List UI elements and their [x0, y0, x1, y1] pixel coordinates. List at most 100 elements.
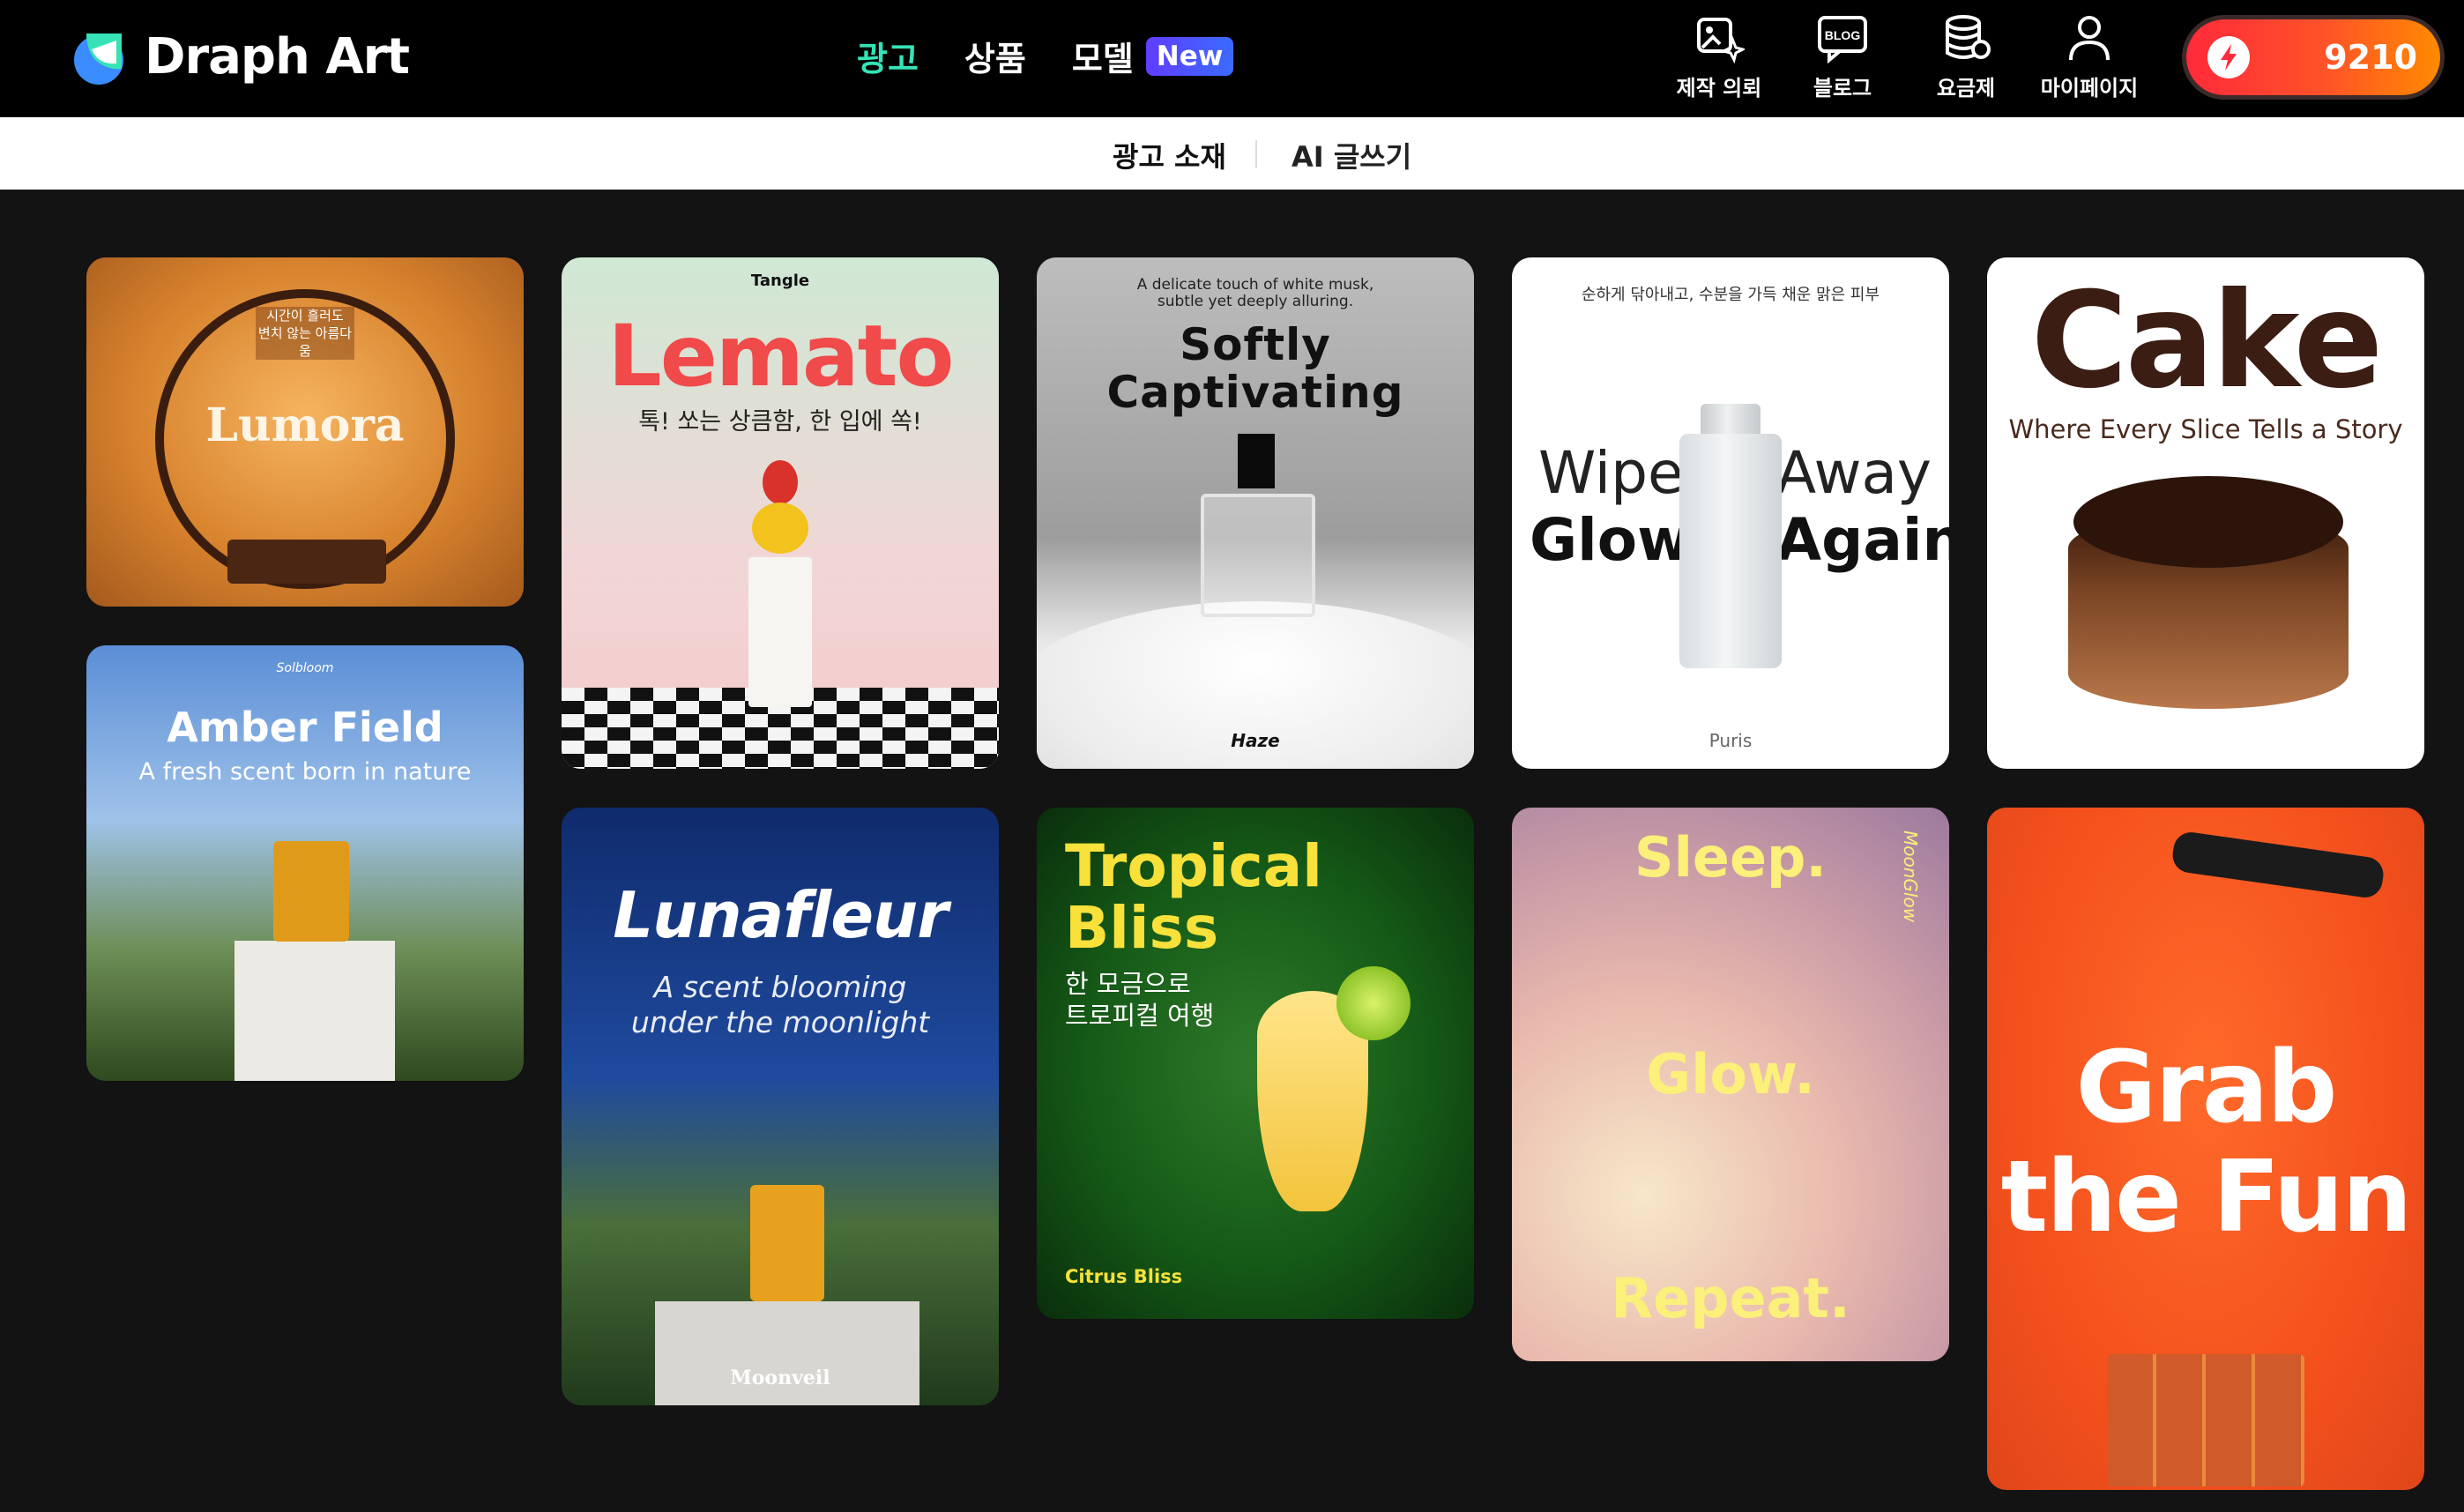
blog-label: 블로그: [1813, 76, 1872, 101]
card-title: Cake: [2030, 264, 2384, 418]
card-tagline: 시간이 흘러도 변치 않는 아름다움: [256, 307, 354, 360]
card-subtitle: Where Every Slice Tells a Story: [2008, 414, 2403, 444]
card-decoration: [655, 1301, 919, 1405]
card-brand: Tangle: [750, 272, 810, 290]
request-icon: [1697, 18, 1745, 63]
card-decoration: [748, 557, 812, 707]
card-decoration: [234, 941, 395, 1081]
card-tagline: A delicate touch of white musk, subtle y…: [1037, 277, 1474, 310]
top-navigation-bar: Draph Art 광고 상품 모델 New 제작 의뢰 BLOG 블로그 요금…: [0, 0, 2464, 117]
card-title: Softly Captivating: [1037, 321, 1474, 416]
gallery-card-grab-the-fun[interactable]: Grab the Fun: [1987, 808, 2424, 1490]
subtitle-line1: A scent blooming: [653, 970, 907, 1004]
subtitle-line2: under the moonlight: [630, 1005, 930, 1039]
card-decoration: [1679, 434, 1782, 668]
tagline-line1: 시간이 흘러도: [266, 308, 344, 324]
card-brand: Haze: [1231, 730, 1280, 751]
card-decoration: [273, 841, 349, 942]
title-line2: the Fun: [2000, 1140, 2413, 1255]
card-brand: Solbloom: [276, 661, 334, 675]
card-brand: Moonveil: [730, 1367, 830, 1389]
card-decoration: [750, 1185, 824, 1301]
gallery-card-sleep-glow[interactable]: Sleep. Glow. Repeat. MoonGlow: [1512, 808, 1949, 1361]
nav-model-label: 모델: [1071, 40, 1134, 78]
gallery-card-lemato[interactable]: Tangle Lemato 톡! 쏘는 상큼함, 한 입에 쏙!: [562, 257, 999, 769]
tagline-line2: subtle yet deeply alluring.: [1157, 293, 1354, 310]
card-brand: Citrus Bliss: [1065, 1266, 1183, 1287]
mypage-button[interactable]: 마이페이지: [2028, 12, 2151, 101]
card-title: Grab the Fun: [1987, 1033, 2424, 1252]
card-title: Amber Field: [167, 704, 443, 751]
tab-divider: [1255, 140, 1257, 168]
gallery-card-cake[interactable]: Cake Where Every Slice Tells a Story: [1987, 257, 2424, 769]
card-word-repeat: Repeat.: [1611, 1266, 1850, 1330]
card-title: Tropical Bliss: [1065, 836, 1322, 959]
card-title: Lunafleur: [613, 878, 949, 952]
card-title: Lemato: [607, 307, 955, 406]
pricing-button[interactable]: 요금제: [1904, 12, 2028, 101]
tagline-line2: 변치 않는 아름다움: [257, 325, 353, 359]
gallery-card-amber-field[interactable]: Solbloom Amber Field A fresh scent born …: [86, 645, 524, 1081]
lightning-icon: [2207, 36, 2250, 78]
mypage-label: 마이페이지: [2040, 76, 2139, 101]
nav-ad[interactable]: 광고: [857, 32, 919, 80]
gallery-card-lunafleur[interactable]: Lunafleur A scent blooming under the moo…: [562, 808, 999, 1405]
request-label: 제작 의뢰: [1676, 76, 1762, 101]
card-decoration: [2073, 476, 2343, 568]
card-decoration: [1336, 966, 1411, 1040]
logo-text: Draph Art: [145, 27, 410, 86]
card-subtitle: A fresh scent born in nature: [138, 758, 472, 786]
logo[interactable]: Draph Art: [69, 25, 410, 88]
card-subtitle: 톡! 쏘는 상큼함, 한 입에 쏙!: [638, 408, 922, 436]
user-icon: [2069, 16, 2110, 61]
gallery-card-wipe-away[interactable]: Wipe Away Glow Again 순하게 닦아내고, 수분을 가득 채운…: [1512, 257, 1949, 769]
pricing-icon: [1946, 15, 1991, 59]
card-decoration: [752, 503, 808, 554]
sub-navigation: 광고 소재 AI 글쓰기: [0, 117, 2464, 190]
card-brand: Puris: [1708, 730, 1753, 751]
card-decoration: [1201, 494, 1315, 617]
card-decoration: [2107, 1354, 2304, 1486]
card-subtitle: A scent blooming under the moonlight: [562, 970, 999, 1040]
tab-ai-writing[interactable]: AI 글쓰기: [1292, 135, 1411, 175]
nav-model[interactable]: 모델 New: [1072, 32, 1234, 80]
card-title: Lumora: [205, 398, 405, 452]
subtitle-line2: 트로피컬 여행: [1065, 1001, 1215, 1031]
blog-icon-text: BLOG: [1825, 28, 1861, 42]
main-nav: 광고 상품 모델 New: [857, 32, 1234, 80]
pricing-label: 요금제: [1936, 76, 1996, 101]
card-word-glow: Glow: [1530, 506, 1692, 574]
title-line2: Captivating: [1106, 367, 1404, 418]
blog-button[interactable]: BLOG 블로그: [1781, 12, 1904, 101]
card-word-sleep: Sleep.: [1634, 825, 1827, 890]
blog-icon: BLOG: [1818, 16, 1867, 63]
card-tagline: 순하게 닦아내고, 수분을 가득 채운 맑은 피부: [1581, 286, 1880, 304]
gallery-card-softly-captivating[interactable]: A delicate touch of white musk, subtle y…: [1037, 257, 1474, 769]
card-word-glow: Glow.: [1646, 1042, 1815, 1106]
tab-ad-material[interactable]: 광고 소재: [1113, 135, 1226, 175]
subtitle-line1: 한 모금으로: [1065, 969, 1191, 999]
request-button[interactable]: 제작 의뢰: [1657, 12, 1781, 101]
draph-logo-icon: [69, 25, 132, 88]
title-line2: Bliss: [1065, 894, 1219, 962]
title-line1: Softly: [1180, 319, 1331, 370]
card-word-away: Away: [1776, 439, 1932, 507]
gallery-card-tropical-bliss[interactable]: Tropical Bliss 한 모금으로 트로피컬 여행 Citrus Bli…: [1037, 808, 1474, 1319]
tagline-line1: A delicate touch of white musk,: [1136, 276, 1374, 294]
gallery-card-lumora[interactable]: 시간이 흘러도 변치 않는 아름다움 Lumora: [86, 257, 524, 607]
title-line1: Grab: [2075, 1031, 2338, 1145]
card-word-again: Again: [1776, 506, 1949, 574]
credit-balance-button[interactable]: 9210: [2186, 19, 2440, 95]
new-badge: New: [1145, 36, 1234, 76]
card-word-wipe: Wipe: [1538, 439, 1684, 507]
utility-nav: 제작 의뢰 BLOG 블로그 요금제 마이페이지: [1657, 12, 2151, 101]
card-decoration: [227, 540, 386, 584]
credit-count: 9210: [2324, 38, 2417, 77]
title-line1: Tropical: [1065, 832, 1322, 900]
card-subtitle: 한 모금으로 트로피컬 여행: [1065, 968, 1214, 1032]
card-decoration: [1238, 434, 1275, 488]
card-decoration: [2170, 830, 2386, 900]
nav-product[interactable]: 상품: [964, 32, 1026, 80]
card-decoration: [763, 460, 798, 504]
card-brand: MoonGlow: [1900, 830, 1921, 923]
